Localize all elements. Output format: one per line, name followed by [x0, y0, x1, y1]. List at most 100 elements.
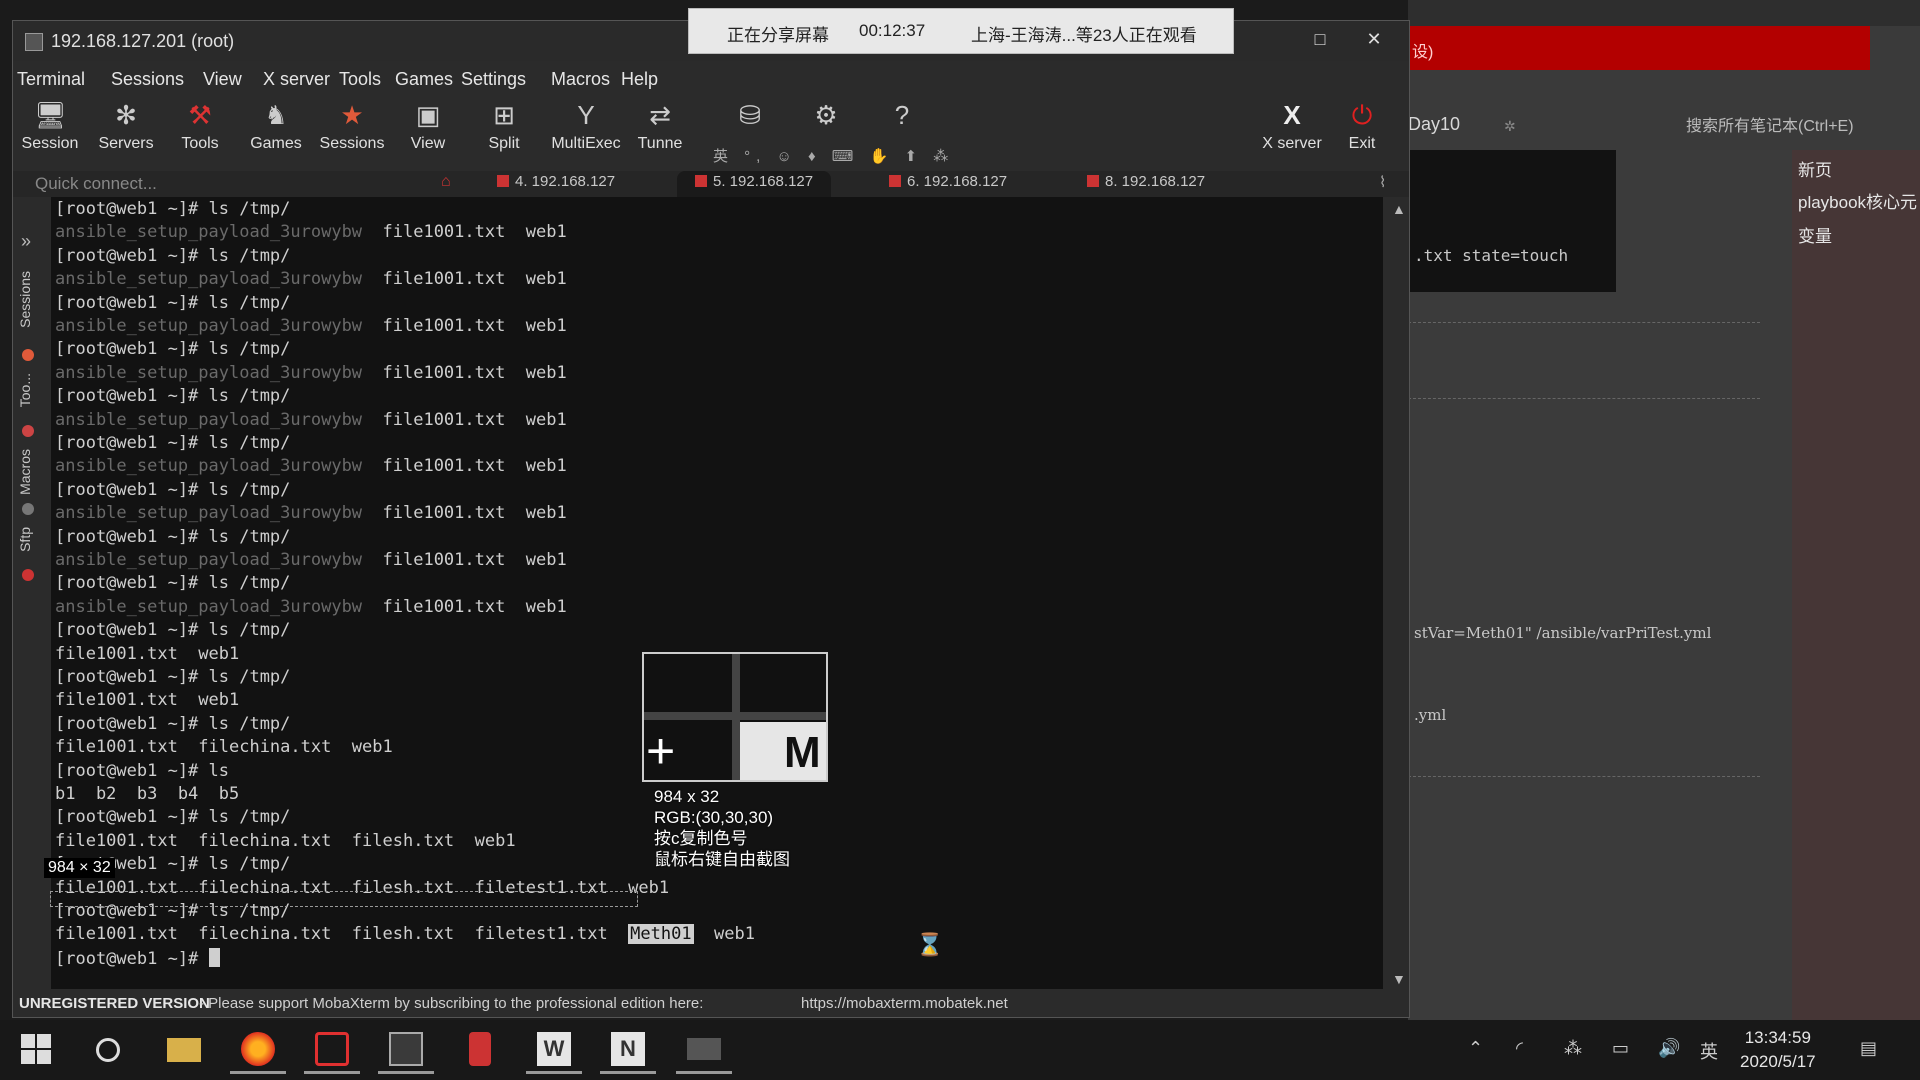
gear-icon[interactable]: ✲: [1504, 118, 1516, 135]
multiexec-button[interactable]: Y MultiExec: [549, 95, 623, 167]
terminal-line: ansible_setup_payload_3urowybw file1001.…: [55, 222, 567, 246]
outline-item-variables[interactable]: 变量: [1798, 222, 1832, 247]
side-tab-sftp[interactable]: Sftp: [17, 527, 33, 552]
share-viewers[interactable]: 上海-王海涛...等23人正在观看: [971, 21, 1197, 46]
maximize-button[interactable]: □: [1305, 29, 1335, 50]
menu-games[interactable]: Games: [395, 69, 453, 90]
servers-button[interactable]: ✻ Servers: [89, 95, 163, 167]
system-clock[interactable]: 13:34:59 2020/5/17: [1740, 1026, 1816, 1074]
taskbar-monitor-app[interactable]: [676, 1026, 732, 1074]
terminal-line: [root@web1 ~]# ls /tmp/: [55, 667, 290, 691]
background-red-bar-text: 设): [1412, 44, 1434, 61]
side-tab-tools[interactable]: Too...: [17, 373, 33, 407]
taskbar-red-app[interactable]: [304, 1026, 360, 1074]
tab-session-8[interactable]: 8. 192.168.127: [1087, 173, 1205, 197]
monitor-app-icon: [687, 1038, 721, 1060]
sessions-button[interactable]: ★ Sessions: [315, 95, 389, 167]
wifi-icon[interactable]: ◜: [1516, 1038, 1523, 1059]
power-icon: ⏻: [1351, 100, 1373, 130]
terminal-text: web1: [693, 924, 755, 945]
note-title[interactable]: Day10: [1408, 114, 1460, 135]
terminal-line: file1001.txt web1: [55, 690, 239, 714]
x-server-button[interactable]: X X server: [1255, 95, 1329, 167]
taskbar-mobaxterm[interactable]: [378, 1026, 434, 1074]
terminal-text: file1001.txt web1: [55, 643, 240, 664]
scroll-down-icon[interactable]: ▼: [1392, 971, 1406, 987]
sftp-icon: [22, 569, 34, 581]
taskbar-file-explorer[interactable]: [156, 1026, 212, 1074]
terminal-prompt: [root@web1 ~]#: [55, 948, 209, 969]
menu-macros[interactable]: Macros: [551, 69, 610, 90]
side-tab-sessions[interactable]: Sessions: [17, 271, 33, 328]
terminal-prompt-line[interactable]: [root@web1 ~]#: [55, 947, 220, 972]
settings-button[interactable]: ⚙: [789, 95, 863, 167]
network-icon[interactable]: ⁂: [1564, 1038, 1582, 1059]
terminal-line: file1001.txt filechina.txt web1: [55, 737, 393, 761]
help-button[interactable]: ?: [865, 95, 939, 167]
terminal-line: [root@web1 ~]# ls /tmp/: [55, 807, 290, 831]
terminal-line: ansible_setup_payload_3urowybw file1001.…: [55, 550, 567, 574]
scroll-up-icon[interactable]: ▲: [1392, 201, 1406, 217]
menu-settings[interactable]: Settings: [461, 69, 526, 90]
battery-icon[interactable]: ▭: [1612, 1038, 1629, 1059]
tab-session-5[interactable]: 5. 192.168.127: [677, 171, 832, 199]
search-button[interactable]: [80, 1026, 136, 1074]
close-button[interactable]: ✕: [1359, 29, 1389, 50]
taskbar-firefox[interactable]: [230, 1026, 286, 1074]
menu-sessions[interactable]: Sessions: [111, 69, 184, 90]
session-button[interactable]: 🖥 Session: [13, 95, 87, 167]
firefox-icon: [241, 1032, 275, 1066]
taskbar-word[interactable]: W: [526, 1026, 582, 1074]
home-icon[interactable]: ⌂: [441, 173, 451, 197]
terminal-text: file1001.txt web1: [55, 690, 240, 711]
capture-rgb: RGB:(30,30,30): [654, 808, 774, 827]
tunnel-button[interactable]: ⇄ Tunne: [623, 95, 697, 167]
paperclip-icon[interactable]: ⌇: [1379, 173, 1386, 197]
menu-view[interactable]: View: [203, 69, 242, 90]
packages-button[interactable]: ⛁: [713, 95, 787, 167]
support-link[interactable]: https://mobaxterm.mobatek.net: [801, 995, 1008, 1012]
unregistered-label: UNREGISTERED VERSION: [19, 995, 210, 1012]
terminal-text: [root@web1 ~]# ls /tmp/: [55, 199, 291, 219]
taskbar-onenote[interactable]: N: [600, 1026, 656, 1074]
terminal-dim-text: ansible_setup_payload_3urowybw: [55, 456, 363, 477]
quick-connect-input[interactable]: Quick connect...: [35, 174, 157, 194]
x-server-icon: X: [1283, 100, 1301, 130]
menu-tools[interactable]: Tools: [339, 69, 381, 90]
volume-icon[interactable]: 🔊: [1658, 1038, 1680, 1059]
ime-indicator[interactable]: 英: [1700, 1038, 1718, 1064]
exit-button[interactable]: ⏻ Exit: [1325, 95, 1399, 167]
terminal-dim-text: ansible_setup_payload_3urowybw: [55, 596, 363, 617]
terminal-line: [root@web1 ~]# ls /tmp/: [55, 339, 290, 363]
chevron-up-icon[interactable]: ⌃: [1468, 1038, 1483, 1059]
double-chevron-icon[interactable]: »: [21, 231, 31, 252]
menu-terminal[interactable]: Terminal: [17, 69, 85, 90]
side-tab-macros[interactable]: Macros: [17, 449, 33, 495]
terminal-output[interactable]: [root@web1 ~]# ls /tmp/ansible_setup_pay…: [51, 197, 1383, 989]
outline-item-playbook[interactable]: playbook核心元: [1798, 188, 1917, 213]
menu-help[interactable]: Help: [621, 69, 658, 90]
terminal-line: [root@web1 ~]# ls /tmp/: [55, 714, 290, 738]
start-button[interactable]: [8, 1026, 64, 1074]
split-button[interactable]: ⊞ Split: [467, 95, 541, 167]
games-button[interactable]: ♞ Games: [239, 95, 313, 167]
tools-button[interactable]: ⚒ Tools: [163, 95, 237, 167]
status-bar: UNREGISTERED VERSION - Please support Mo…: [13, 989, 1409, 1017]
split-icon: ⊞: [493, 100, 515, 130]
capture-selection-box[interactable]: [50, 891, 638, 907]
tab-session-4[interactable]: 4. 192.168.127: [497, 173, 615, 197]
terminal-scrollbar[interactable]: ▲ ▼: [1387, 197, 1409, 997]
terminal-text: [root@web1 ~]# ls /tmp/: [55, 573, 291, 594]
view-button[interactable]: ▣ View: [391, 95, 465, 167]
tools-icon: [22, 425, 34, 437]
terminal-text: file1001.txt web1: [362, 503, 567, 524]
taskbar-tools[interactable]: [452, 1026, 508, 1074]
terminal-app-icon: [25, 33, 43, 51]
outline-item-new-page[interactable]: 新页: [1798, 156, 1832, 181]
tab-session-6[interactable]: 6. 192.168.127: [889, 173, 1007, 197]
notifications-icon[interactable]: ▤: [1860, 1038, 1877, 1059]
taskbar: W N ⌃ ◜ ⁂ ▭ 🔊 英 13:34:59 2020/5/17 ▤: [0, 1020, 1920, 1080]
menu-x-server[interactable]: X server: [263, 69, 330, 90]
notes-search[interactable]: 搜索所有笔记本(Ctrl+E): [1686, 112, 1854, 136]
code-snippet: .txt state=touch: [1414, 246, 1569, 265]
